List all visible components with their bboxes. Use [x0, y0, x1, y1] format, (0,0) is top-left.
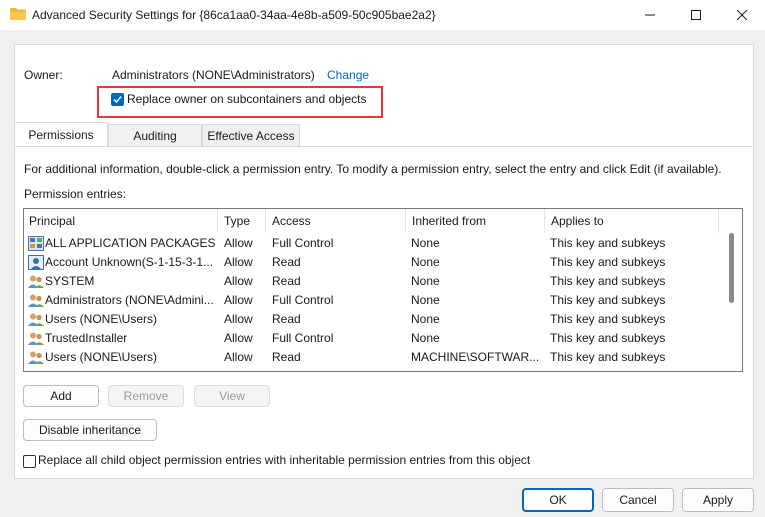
- applies-to-cell: This key and subkeys: [550, 350, 666, 364]
- inherited-from-cell: MACHINE\SOFTWAR...: [411, 350, 540, 364]
- column-separator[interactable]: [265, 209, 266, 233]
- access-cell: Read: [272, 312, 301, 326]
- applies-to-cell: This key and subkeys: [550, 236, 666, 250]
- column-header-access[interactable]: Access: [267, 209, 405, 233]
- column-separator[interactable]: [718, 209, 719, 233]
- principal-cell: TrustedInstaller: [45, 331, 128, 345]
- users-group-icon: [28, 274, 44, 289]
- permission-entries-label: Permission entries:: [24, 187, 127, 201]
- column-separator[interactable]: [405, 209, 406, 233]
- applies-to-cell: This key and subkeys: [550, 274, 666, 288]
- replace-owner-checkbox[interactable]: [111, 93, 124, 106]
- principal-cell: Users (NONE\Users): [45, 350, 158, 364]
- inherited-from-cell: None: [411, 274, 440, 288]
- table-row[interactable]: Account Unknown(S-1-15-3-1... Allow Read No…: [24, 253, 726, 272]
- change-owner-link[interactable]: Change: [327, 68, 369, 82]
- column-header-principal[interactable]: Principal: [24, 209, 217, 233]
- inherited-from-cell: None: [411, 293, 440, 307]
- applies-to-cell: This key and subkeys: [550, 255, 666, 269]
- access-cell: Full Control: [272, 236, 334, 250]
- ok-button[interactable]: OK: [522, 488, 594, 512]
- access-cell: Read: [272, 255, 301, 269]
- type-cell: Allow: [224, 293, 253, 307]
- account-icon: [28, 255, 44, 270]
- disable-inheritance-button[interactable]: Disable inheritance: [23, 419, 157, 441]
- tab-auditing[interactable]: Auditing: [108, 124, 202, 146]
- replace-owner-label[interactable]: Replace owner on subcontainers and objec…: [127, 92, 366, 106]
- maximize-button[interactable]: [673, 0, 719, 30]
- column-separator[interactable]: [544, 209, 545, 233]
- app-packages-icon: [28, 236, 44, 251]
- permission-entries-list[interactable]: Principal Type Access Inherited from App…: [23, 208, 743, 372]
- tab-effective-access[interactable]: Effective Access: [202, 124, 300, 146]
- type-cell: Allow: [224, 331, 253, 345]
- minimize-button[interactable]: [627, 0, 673, 30]
- table-row[interactable]: ALL APPLICATION PACKAGES Allow Full Contro…: [24, 234, 726, 253]
- type-cell: Allow: [224, 350, 253, 364]
- add-button[interactable]: Add: [23, 385, 99, 407]
- inherited-from-cell: None: [411, 312, 440, 326]
- type-cell: Allow: [224, 236, 253, 250]
- owner-label: Owner:: [24, 68, 63, 82]
- applies-to-cell: This key and subkeys: [550, 331, 666, 345]
- users-group-icon: [28, 350, 44, 365]
- type-cell: Allow: [224, 312, 253, 326]
- access-cell: Read: [272, 350, 301, 364]
- column-header-inherited-from[interactable]: Inherited from: [407, 209, 545, 233]
- view-button[interactable]: View: [194, 385, 270, 407]
- principal-cell: Users (NONE\Users): [45, 312, 158, 326]
- type-cell: Allow: [224, 255, 253, 269]
- table-row[interactable]: SYSTEM Allow Read None This key and subkeys: [24, 272, 726, 291]
- permissions-info-text: For additional information, double-click…: [24, 162, 722, 176]
- users-group-icon: [28, 331, 44, 346]
- checkmark-icon: [113, 96, 122, 104]
- replace-child-checkbox[interactable]: [23, 455, 36, 468]
- principal-cell: SYSTEM: [45, 274, 95, 288]
- table-row[interactable]: Administrators (NONE\Admini... Allow Full …: [24, 291, 726, 310]
- folder-icon: [10, 7, 26, 21]
- users-group-icon: [28, 312, 44, 327]
- replace-child-label[interactable]: Replace all child object permission entr…: [38, 453, 530, 467]
- tab-permissions[interactable]: Permissions: [14, 122, 108, 146]
- inherited-from-cell: None: [411, 331, 440, 345]
- type-cell: Allow: [224, 274, 253, 288]
- maximize-icon: [691, 10, 701, 20]
- remove-button[interactable]: Remove: [108, 385, 184, 407]
- principal-cell: ALL APPLICATION PACKAGES: [45, 236, 216, 250]
- column-header-type[interactable]: Type: [219, 209, 265, 233]
- tab-divider: [14, 146, 752, 147]
- column-header-applies-to[interactable]: Applies to: [546, 209, 716, 233]
- owner-value: Administrators (NONE\Administrators): [112, 68, 315, 82]
- inherited-from-cell: None: [411, 255, 440, 269]
- table-row[interactable]: Users (NONE\Users) Allow Read MACHINE\SOFTW…: [24, 348, 726, 367]
- principal-cell: Administrators (NONE\Admini...: [45, 293, 214, 307]
- close-button[interactable]: [719, 0, 765, 30]
- users-group-icon: [28, 293, 44, 308]
- cancel-button[interactable]: Cancel: [602, 488, 674, 512]
- access-cell: Full Control: [272, 331, 334, 345]
- table-row[interactable]: TrustedInstaller Allow Full Control None Thi…: [24, 329, 726, 348]
- principal-cell: Account Unknown(S-1-15-3-1...: [45, 255, 214, 269]
- access-cell: Full Control: [272, 293, 334, 307]
- apply-button[interactable]: Apply: [682, 488, 754, 512]
- list-scrollbar[interactable]: [729, 233, 734, 303]
- applies-to-cell: This key and subkeys: [550, 312, 666, 326]
- close-icon: [737, 10, 747, 20]
- column-separator[interactable]: [217, 209, 218, 233]
- window-title: Advanced Security Settings for {86ca1aa0…: [32, 8, 436, 22]
- applies-to-cell: This key and subkeys: [550, 293, 666, 307]
- table-row[interactable]: Users (NONE\Users) Allow Read None This key …: [24, 310, 726, 329]
- minimize-icon: [645, 14, 655, 16]
- inherited-from-cell: None: [411, 236, 440, 250]
- access-cell: Read: [272, 274, 301, 288]
- title-bar: Advanced Security Settings for {86ca1aa0…: [0, 0, 765, 30]
